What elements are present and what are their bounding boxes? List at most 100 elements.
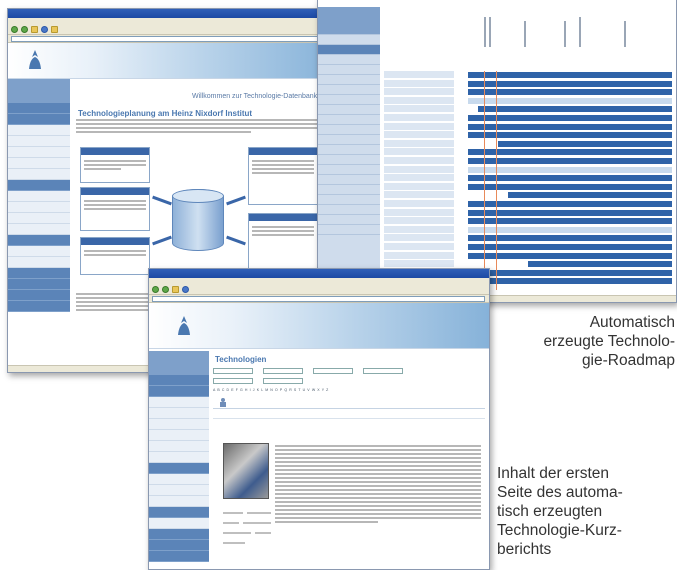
home-icon[interactable] [51, 26, 58, 33]
table-row[interactable] [213, 563, 485, 569]
sidebar-item[interactable] [149, 452, 209, 463]
sidebar-item[interactable] [8, 103, 70, 114]
sidebar-item[interactable] [149, 419, 209, 430]
sidebar-item[interactable] [149, 408, 209, 419]
sidebar-item[interactable] [8, 147, 70, 158]
roadmap-row[interactable] [384, 79, 672, 88]
sidebar-item[interactable] [318, 155, 380, 165]
sidebar-item[interactable] [318, 145, 380, 155]
sidebar-item[interactable] [318, 185, 380, 195]
stop-icon[interactable] [31, 26, 38, 33]
table-row[interactable] [213, 409, 485, 419]
address-field[interactable] [152, 295, 485, 302]
roadmap-row[interactable] [384, 217, 672, 226]
sidebar-item[interactable] [8, 191, 70, 202]
roadmap-row[interactable] [384, 114, 672, 122]
menu-bar[interactable] [149, 278, 489, 285]
roadmap-row[interactable] [384, 208, 672, 217]
roadmap-row[interactable] [384, 260, 672, 269]
window-titlebar[interactable] [149, 269, 489, 278]
sidebar-item[interactable] [318, 175, 380, 185]
sidebar-item[interactable] [318, 215, 380, 225]
sidebar-item[interactable] [8, 235, 70, 246]
roadmap-row[interactable] [384, 105, 672, 114]
roadmap-row[interactable] [384, 148, 672, 157]
institute-logo-icon[interactable] [175, 315, 193, 337]
filter-select[interactable] [263, 378, 303, 384]
sidebar-item[interactable] [149, 540, 209, 551]
sidebar-item[interactable] [8, 301, 70, 312]
back-icon[interactable] [152, 286, 159, 293]
forward-icon[interactable] [21, 26, 28, 33]
sidebar-item[interactable] [318, 45, 380, 55]
roadmap-row[interactable] [384, 96, 672, 105]
roadmap-row[interactable] [384, 122, 672, 131]
sidebar-item[interactable] [318, 75, 380, 85]
sidebar-item[interactable] [149, 474, 209, 485]
sidebar-item[interactable] [318, 55, 380, 65]
sidebar-item[interactable] [318, 85, 380, 95]
sidebar-item[interactable] [149, 485, 209, 496]
roadmap-row[interactable] [384, 88, 672, 97]
roadmap-row[interactable] [384, 131, 672, 140]
sidebar-item[interactable] [8, 246, 70, 257]
sidebar-item[interactable] [8, 114, 70, 125]
sidebar-item[interactable] [8, 158, 70, 169]
sidebar-item[interactable] [149, 496, 209, 507]
roadmap-row[interactable] [384, 165, 672, 174]
sidebar-item[interactable] [318, 205, 380, 215]
institute-logo-icon[interactable] [26, 49, 44, 71]
alphabet-filter[interactable]: A B C D E F G H I J K L M N O P Q R S T … [213, 388, 485, 392]
sidebar-item[interactable] [149, 463, 209, 474]
forward-icon[interactable] [162, 286, 169, 293]
roadmap-row[interactable] [384, 139, 672, 148]
sidebar-item[interactable] [318, 225, 380, 235]
sidebar-item[interactable] [318, 35, 380, 45]
filter-select[interactable] [363, 368, 403, 374]
sidebar-item[interactable] [8, 279, 70, 290]
sidebar-item[interactable] [149, 529, 209, 540]
back-icon[interactable] [11, 26, 18, 33]
sidebar-item[interactable] [318, 165, 380, 175]
stop-icon[interactable] [172, 286, 179, 293]
filter-select[interactable] [213, 378, 253, 384]
roadmap-row[interactable] [384, 182, 672, 191]
sidebar-item[interactable] [318, 195, 380, 205]
sidebar-item[interactable] [149, 430, 209, 441]
sidebar-item[interactable] [8, 180, 70, 191]
sidebar-item[interactable] [318, 115, 380, 125]
roadmap-row[interactable] [384, 157, 672, 165]
sidebar-item[interactable] [8, 257, 70, 268]
filter-select[interactable] [263, 368, 303, 374]
address-field[interactable] [11, 35, 330, 42]
sidebar-item[interactable] [149, 397, 209, 408]
sidebar-item[interactable] [318, 135, 380, 145]
sidebar-item[interactable] [149, 441, 209, 452]
roadmap-row[interactable] [384, 191, 672, 200]
sidebar-item[interactable] [8, 213, 70, 224]
sidebar-item[interactable] [8, 224, 70, 235]
sidebar-item[interactable] [149, 386, 209, 397]
refresh-icon[interactable] [41, 26, 48, 33]
sidebar-item[interactable] [149, 507, 209, 518]
roadmap-row[interactable] [384, 225, 672, 234]
roadmap-row[interactable] [384, 234, 672, 243]
sidebar-item[interactable] [8, 136, 70, 147]
sidebar-item[interactable] [318, 125, 380, 135]
sidebar-item[interactable] [8, 125, 70, 136]
menu-bar[interactable] [8, 18, 334, 25]
sidebar-item[interactable] [8, 290, 70, 301]
sidebar-item[interactable] [318, 95, 380, 105]
sidebar-item[interactable] [149, 518, 209, 529]
sidebar-item[interactable] [318, 65, 380, 75]
roadmap-row[interactable] [384, 200, 672, 208]
roadmap-row[interactable] [384, 174, 672, 183]
sidebar-item[interactable] [8, 169, 70, 180]
roadmap-row[interactable] [384, 71, 672, 79]
refresh-icon[interactable] [182, 286, 189, 293]
sidebar-item[interactable] [149, 375, 209, 386]
roadmap-row[interactable] [384, 251, 672, 260]
window-titlebar[interactable] [8, 9, 334, 18]
sidebar-item[interactable] [149, 551, 209, 562]
sidebar-item[interactable] [8, 268, 70, 279]
